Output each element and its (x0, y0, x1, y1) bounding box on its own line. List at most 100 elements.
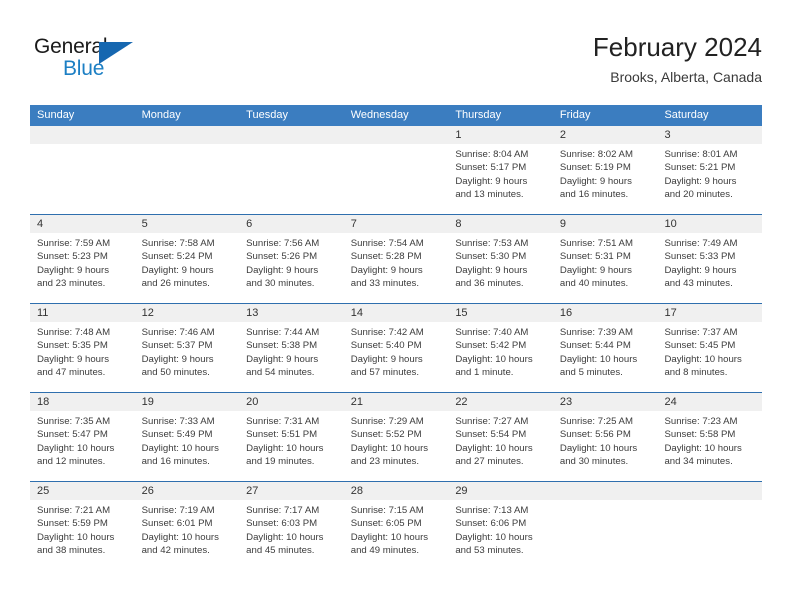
day-cell[interactable]: 26 Sunrise: 7:19 AM Sunset: 6:01 PM Dayligh… (134, 482, 240, 570)
day-cell[interactable]: 25 Sunrise: 7:21 AM Sunset: 5:59 PM Dayligh… (30, 482, 135, 570)
day-cell[interactable]: 28 Sunrise: 7:15 AM Sunset: 6:05 PM Dayligh… (343, 482, 449, 570)
day-cell[interactable]: 24 Sunrise: 7:23 AM Sunset: 5:58 PM Dayligh… (657, 393, 763, 481)
day-cell[interactable]: 15 Sunrise: 7:40 AM Sunset: 5:42 PM Dayligh… (448, 304, 553, 392)
day-detail-line: Daylight: 9 hours (350, 353, 423, 365)
day-cell[interactable]: 20 Sunrise: 7:31 AM Sunset: 5:51 PM Dayligh… (239, 393, 344, 481)
day-cell[interactable]: 27 Sunrise: 7:17 AM Sunset: 6:03 PM Dayligh… (239, 482, 344, 570)
day-details: Sunrise: 7:44 AM Sunset: 5:38 PM Daylight:… (239, 322, 344, 380)
day-number: 3 (657, 126, 763, 144)
day-detail-line: Sunset: 5:56 PM (559, 429, 631, 441)
day-detail-line: Sunrise: 7:23 AM (664, 416, 738, 427)
day-cell-empty (552, 482, 658, 570)
day-detail-line: Sunset: 5:54 PM (455, 429, 527, 441)
day-cell[interactable]: 9 Sunrise: 7:51 AM Sunset: 5:31 PM Daylight… (552, 215, 658, 303)
day-detail-line: and 42 minutes. (141, 545, 210, 557)
day-details: Sunrise: 7:59 AM Sunset: 5:23 PM Daylight:… (30, 233, 135, 291)
day-cell-empty (30, 126, 135, 214)
day-cell-empty (134, 126, 240, 214)
day-cell[interactable]: 10 Sunrise: 7:49 AM Sunset: 5:33 PM Dayligh… (657, 215, 763, 303)
day-detail-line: Sunset: 5:19 PM (559, 162, 631, 174)
day-cell[interactable]: 19 Sunrise: 7:33 AM Sunset: 5:49 PM Dayligh… (134, 393, 240, 481)
day-cell[interactable]: 12 Sunrise: 7:46 AM Sunset: 5:37 PM Dayligh… (134, 304, 240, 392)
day-details: Sunrise: 7:48 AM Sunset: 5:35 PM Daylight:… (30, 322, 135, 380)
page-title: February 2024 (592, 32, 762, 62)
day-detail-line: and 16 minutes. (559, 189, 629, 201)
day-cell[interactable]: 1 Sunrise: 8:04 AM Sunset: 5:17 PM Daylight… (448, 126, 553, 214)
day-detail-line: Sunrise: 7:17 AM (246, 505, 320, 516)
day-cell[interactable]: 5 Sunrise: 7:58 AM Sunset: 5:24 PM Daylight… (134, 215, 240, 303)
day-cell[interactable]: 6 Sunrise: 7:56 AM Sunset: 5:26 PM Daylight… (239, 215, 344, 303)
day-cell[interactable]: 13 Sunrise: 7:44 AM Sunset: 5:38 PM Dayligh… (239, 304, 344, 392)
day-detail-line: Sunrise: 7:31 AM (246, 416, 320, 427)
day-detail-line: and 16 minutes. (141, 456, 210, 468)
day-details: Sunrise: 7:13 AM Sunset: 6:06 PM Daylight:… (448, 500, 553, 558)
day-cell[interactable]: 21 Sunrise: 7:29 AM Sunset: 5:52 PM Dayligh… (343, 393, 449, 481)
day-number: 22 (448, 393, 553, 411)
day-number: 13 (239, 304, 344, 322)
day-cell[interactable]: 11 Sunrise: 7:48 AM Sunset: 5:35 PM Dayligh… (30, 304, 135, 392)
day-detail-line: Daylight: 10 hours (141, 531, 219, 543)
day-details: Sunrise: 7:25 AM Sunset: 5:56 PM Daylight:… (553, 411, 658, 469)
day-detail-line: and 20 minutes. (664, 189, 733, 201)
day-detail-line: Sunrise: 7:42 AM (350, 327, 424, 338)
day-detail-line: and 13 minutes. (455, 189, 524, 201)
day-number: 18 (30, 393, 135, 411)
day-detail-line: and 54 minutes. (246, 367, 315, 379)
general-blue-logo: General Blue (34, 34, 154, 88)
day-detail-line: Daylight: 9 hours (455, 264, 528, 276)
day-detail-line: and 30 minutes. (559, 456, 629, 468)
day-cell[interactable]: 14 Sunrise: 7:42 AM Sunset: 5:40 PM Dayligh… (343, 304, 449, 392)
day-detail-line: Sunset: 5:31 PM (559, 251, 631, 263)
day-detail-line: and 19 minutes. (246, 456, 315, 468)
day-cell-empty (239, 126, 344, 214)
day-detail-line: Daylight: 10 hours (350, 442, 429, 454)
day-details: Sunrise: 7:51 AM Sunset: 5:31 PM Daylight:… (553, 233, 658, 291)
day-cell[interactable]: 7 Sunrise: 7:54 AM Sunset: 5:28 PM Daylight… (343, 215, 449, 303)
day-detail-line: and 57 minutes. (350, 367, 420, 379)
day-detail-line: Sunset: 6:06 PM (455, 518, 527, 530)
day-number: 23 (552, 393, 658, 411)
day-detail-line: Sunrise: 7:29 AM (350, 416, 424, 427)
day-cell[interactable]: 22 Sunrise: 7:27 AM Sunset: 5:54 PM Dayligh… (448, 393, 553, 481)
day-number (30, 126, 135, 144)
day-detail-line: Sunrise: 7:49 AM (664, 238, 738, 249)
day-detail-line: and 34 minutes. (664, 456, 733, 468)
day-cell[interactable]: 8 Sunrise: 7:53 AM Sunset: 5:30 PM Daylight… (448, 215, 553, 303)
day-cell[interactable]: 23 Sunrise: 7:25 AM Sunset: 5:56 PM Dayligh… (552, 393, 658, 481)
day-detail-line: and 8 minutes. (664, 367, 728, 379)
day-cell[interactable]: 4 Sunrise: 7:59 AM Sunset: 5:23 PM Daylight… (30, 215, 135, 303)
day-detail-line: Daylight: 10 hours (246, 442, 324, 454)
day-detail-line: Sunset: 5:40 PM (350, 340, 422, 352)
day-detail-line: Daylight: 9 hours (664, 264, 737, 276)
day-number: 24 (657, 393, 763, 411)
day-cell[interactable]: 18 Sunrise: 7:35 AM Sunset: 5:47 PM Dayligh… (30, 393, 135, 481)
day-detail-line: Daylight: 10 hours (246, 531, 324, 543)
day-cell[interactable]: 29 Sunrise: 7:13 AM Sunset: 6:06 PM Dayligh… (448, 482, 553, 570)
day-cell-empty (657, 482, 763, 570)
weekday-header-sunday: Sunday (37, 109, 75, 121)
day-detail-line: Sunrise: 7:27 AM (455, 416, 529, 427)
day-detail-line: Sunrise: 7:37 AM (664, 327, 738, 338)
day-detail-line: Sunset: 5:58 PM (664, 429, 736, 441)
day-number: 29 (448, 482, 553, 500)
day-detail-line: Sunrise: 7:59 AM (37, 238, 111, 249)
logo-text-blue: Blue (63, 57, 105, 80)
day-detail-line: Daylight: 9 hours (559, 264, 632, 276)
day-cell[interactable]: 2 Sunrise: 8:02 AM Sunset: 5:19 PM Daylight… (552, 126, 658, 214)
day-detail-line: and 23 minutes. (350, 456, 420, 468)
day-details: Sunrise: 7:31 AM Sunset: 5:51 PM Daylight:… (239, 411, 344, 469)
day-cell[interactable]: 3 Sunrise: 8:01 AM Sunset: 5:21 PM Daylight… (657, 126, 763, 214)
day-details: Sunrise: 7:19 AM Sunset: 6:01 PM Daylight:… (135, 500, 240, 558)
day-cell[interactable]: 16 Sunrise: 7:39 AM Sunset: 5:44 PM Dayligh… (552, 304, 658, 392)
day-details: Sunrise: 7:58 AM Sunset: 5:24 PM Daylight:… (135, 233, 240, 291)
day-details: Sunrise: 7:33 AM Sunset: 5:49 PM Daylight:… (135, 411, 240, 469)
day-number: 21 (343, 393, 449, 411)
day-detail-line: and 40 minutes. (559, 278, 629, 290)
day-detail-line: Daylight: 10 hours (141, 442, 219, 454)
day-cell[interactable]: 17 Sunrise: 7:37 AM Sunset: 5:45 PM Dayligh… (657, 304, 763, 392)
day-detail-line: Sunset: 5:47 PM (37, 429, 108, 441)
day-detail-line: and 33 minutes. (350, 278, 420, 290)
day-details: Sunrise: 7:29 AM Sunset: 5:52 PM Daylight:… (344, 411, 449, 469)
day-detail-line: and 5 minutes. (559, 367, 623, 379)
day-detail-line: Sunset: 5:52 PM (350, 429, 422, 441)
